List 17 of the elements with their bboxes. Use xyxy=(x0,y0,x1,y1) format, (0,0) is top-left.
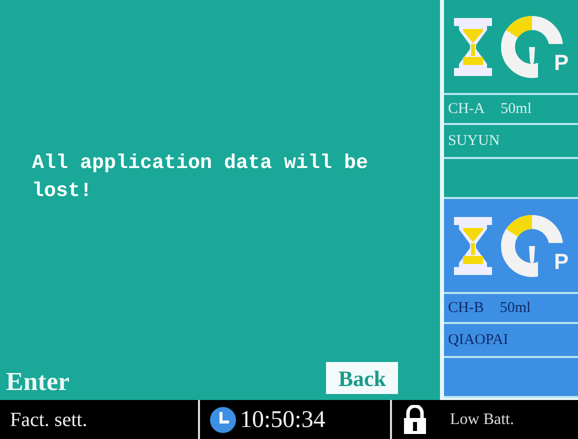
mode-label: Fact. sett. xyxy=(9,408,88,432)
clock-icon xyxy=(210,406,236,432)
drug-name: SUYUN xyxy=(448,132,500,151)
clock-time: 10:50:34 xyxy=(240,406,326,434)
channel-label: CH-A xyxy=(448,100,485,119)
warning-message: All application data will be lost! xyxy=(32,151,370,205)
hourglass-icon xyxy=(452,16,494,78)
pump-mode-letter: P xyxy=(554,52,569,74)
softkey[interactable]: Back xyxy=(326,362,398,394)
hourglass-icon xyxy=(452,214,494,276)
softkey[interactable]: Enter xyxy=(6,362,70,394)
pump-mode-letter: P xyxy=(554,250,569,272)
battery-status: Low Batt. xyxy=(449,410,515,430)
drug-name: QIAOPAI xyxy=(448,330,508,350)
syringe-volume: 50ml xyxy=(500,298,531,318)
channel-label: CH-B xyxy=(448,298,484,318)
syringe-volume: 50ml xyxy=(500,100,532,119)
